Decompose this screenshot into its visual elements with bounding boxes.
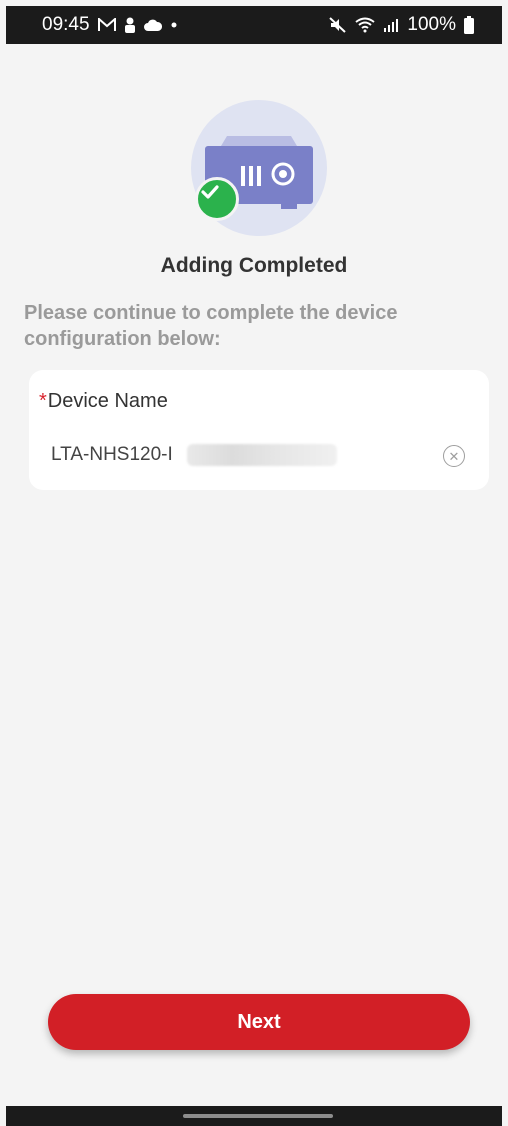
device-name-card: *Device Name LTA-NHS120-I ✕ <box>29 370 489 490</box>
redacted-serial <box>187 444 337 466</box>
screen: Adding Completed Please continue to comp… <box>6 44 502 1106</box>
signal-icon <box>383 17 399 33</box>
success-badge <box>195 177 239 221</box>
battery-icon <box>464 16 474 34</box>
mute-icon <box>329 17 347 33</box>
person-icon <box>124 17 136 33</box>
dot-icon <box>170 21 178 29</box>
home-indicator[interactable] <box>183 1114 333 1118</box>
wifi-icon <box>355 17 376 33</box>
page-title: Adding Completed <box>160 254 348 277</box>
device-name-label-row: *Device Name <box>39 390 168 413</box>
cloud-icon <box>143 19 162 31</box>
mail-icon <box>97 18 116 32</box>
check-icon <box>201 185 219 199</box>
device-hero <box>191 100 327 236</box>
status-bar: 09:45 100% <box>6 6 502 44</box>
device-name-label: Device Name <box>47 390 168 412</box>
battery-percent: 100% <box>407 14 456 35</box>
status-right: 100% <box>329 14 474 36</box>
instruction-text: Please continue to complete the device c… <box>24 302 398 350</box>
clear-icon[interactable]: ✕ <box>443 445 465 467</box>
navigation-bar <box>6 1106 502 1126</box>
status-time: 09:45 <box>42 14 90 35</box>
required-marker: * <box>39 390 47 412</box>
status-left: 09:45 <box>42 14 178 36</box>
device-name-input[interactable]: LTA-NHS120-I <box>51 444 173 466</box>
next-button[interactable]: Next <box>48 994 470 1050</box>
